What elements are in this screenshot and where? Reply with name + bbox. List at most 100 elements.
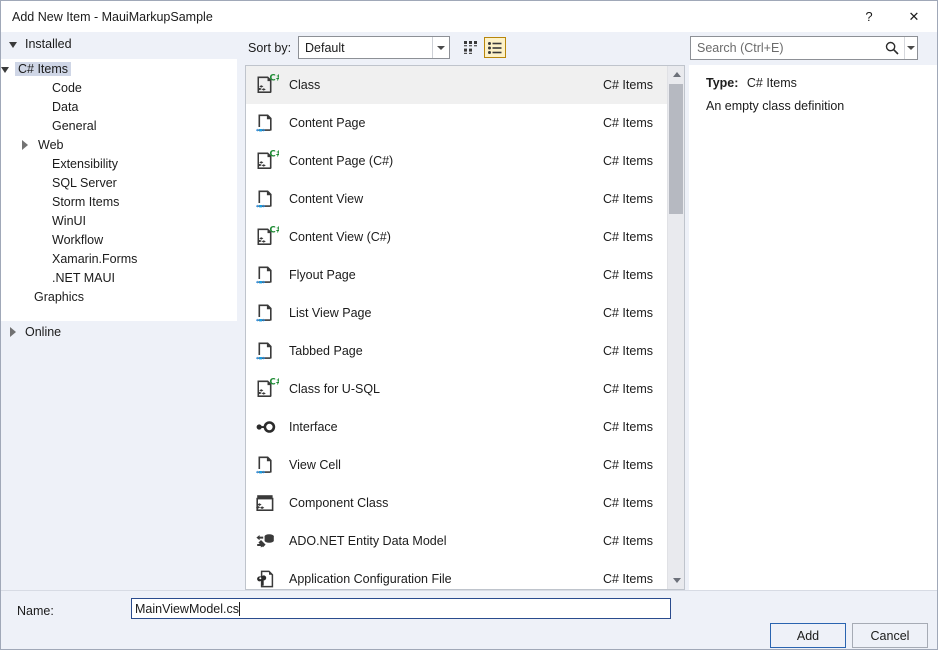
- interface-icon: [249, 411, 283, 443]
- svg-text:C#: C#: [270, 225, 280, 235]
- list-view-button[interactable]: [484, 37, 506, 58]
- sort-by-label: Sort by:: [248, 41, 292, 55]
- help-button[interactable]: ?: [847, 1, 891, 32]
- chevron-down-icon: [432, 37, 449, 58]
- detail-type-value: C# Items: [746, 76, 797, 90]
- item-list-row[interactable]: Component Class C# Items: [246, 484, 667, 522]
- tree-item-graphics[interactable]: Graphics: [1, 287, 237, 306]
- scroll-down-button[interactable]: [668, 572, 684, 589]
- sort-by-dropdown[interactable]: Default: [298, 36, 450, 59]
- tree-item-label: WinUI: [52, 213, 87, 228]
- config-file-icon: [249, 563, 283, 589]
- search-input[interactable]: Search (Ctrl+E): [690, 36, 918, 60]
- item-category: C# Items: [602, 192, 653, 206]
- item-list-row[interactable]: C# Content Page (C#) C# Items: [246, 142, 667, 180]
- csharp-class-icon: C#: [249, 145, 283, 177]
- item-list-row[interactable]: Content Page C# Items: [246, 104, 667, 142]
- item-list-row[interactable]: Application Configuration File C# Items: [246, 560, 667, 589]
- item-list-row[interactable]: Flyout Page C# Items: [246, 256, 667, 294]
- tree-item-label: Xamarin.Forms: [52, 251, 138, 266]
- item-list-row[interactable]: C# Class for U-SQL C# Items: [246, 370, 667, 408]
- tiles-view-button[interactable]: [460, 37, 482, 58]
- footer-bar: Name: MainViewModel.cs Add Cancel: [1, 590, 937, 649]
- item-name: Application Configuration File: [289, 572, 452, 586]
- tree-item-winui[interactable]: WinUI: [1, 211, 237, 230]
- item-list-row[interactable]: List View Page C# Items: [246, 294, 667, 332]
- item-category: C# Items: [602, 572, 653, 586]
- scrollbar-thumb[interactable]: [669, 84, 683, 214]
- tree-item-label: SQL Server: [52, 175, 117, 190]
- item-category: C# Items: [602, 382, 653, 396]
- add-button[interactable]: Add: [770, 623, 846, 648]
- chevron-down-icon: [9, 42, 17, 48]
- tree-item-general[interactable]: General: [1, 116, 237, 135]
- item-category: C# Items: [602, 230, 653, 244]
- item-name: Content View: [289, 192, 364, 206]
- search-options-chevron-icon[interactable]: [904, 37, 917, 59]
- cancel-button[interactable]: Cancel: [852, 623, 928, 648]
- tree-item-label: General: [52, 118, 97, 133]
- chevron-right-icon: [9, 327, 18, 337]
- scroll-up-button[interactable]: [668, 66, 684, 83]
- chevron-down-icon[interactable]: [1, 66, 9, 73]
- item-name: Content Page (C#): [289, 154, 394, 168]
- installed-section-header[interactable]: Installed: [9, 37, 72, 51]
- item-list-row[interactable]: ADO.NET Entity Data Model C# Items: [246, 522, 667, 560]
- name-field-value: MainViewModel.cs: [135, 601, 239, 616]
- tree-item-extensibility[interactable]: Extensibility: [1, 154, 237, 173]
- tree-item-label: Workflow: [52, 232, 104, 247]
- item-list[interactable]: C# Class C# Items Content Page C# Items C# Con…: [246, 66, 667, 589]
- tree-item-web[interactable]: Web: [1, 135, 237, 154]
- online-section-header[interactable]: Online: [9, 325, 61, 339]
- detail-type-label: Type:: [706, 76, 739, 90]
- xaml-page-icon: [249, 183, 283, 215]
- item-list-row[interactable]: Tabbed Page C# Items: [246, 332, 667, 370]
- tree-item-label: Web: [38, 137, 64, 152]
- item-list-row[interactable]: C# Class C# Items: [246, 66, 667, 104]
- add-new-item-dialog: Add New Item - MauiMarkupSample ? ✕ Inst…: [0, 0, 938, 650]
- detail-type-row: Type: C# Items: [706, 76, 797, 90]
- category-tree[interactable]: C# Items Code Data General Web Extensibility S…: [1, 59, 237, 321]
- search-icon[interactable]: [880, 37, 904, 59]
- tree-item-workflow[interactable]: Workflow: [1, 230, 237, 249]
- item-name: ADO.NET Entity Data Model: [289, 534, 447, 548]
- tree-item-label: Code: [52, 80, 82, 95]
- tree-item-label: Data: [52, 99, 79, 114]
- item-name: Content View (C#): [289, 230, 391, 244]
- title-bar: Add New Item - MauiMarkupSample ? ✕: [1, 1, 937, 32]
- item-category: C# Items: [602, 306, 653, 320]
- svg-text:C#: C#: [270, 377, 280, 387]
- item-list-row[interactable]: C# Content View (C#) C# Items: [246, 218, 667, 256]
- tree-item-storm-items[interactable]: Storm Items: [1, 192, 237, 211]
- tree-item-c-items[interactable]: C# Items: [1, 59, 237, 78]
- item-name: Interface: [289, 420, 338, 434]
- item-name: Flyout Page: [289, 268, 356, 282]
- name-label: Name:: [17, 604, 54, 618]
- tiles-view-icon: [463, 40, 477, 54]
- dialog-title: Add New Item - MauiMarkupSample: [12, 9, 213, 24]
- item-list-scrollbar[interactable]: [667, 66, 684, 589]
- online-label: Online: [25, 325, 62, 339]
- item-list-row[interactable]: Content View C# Items: [246, 180, 667, 218]
- svg-text:C#: C#: [270, 73, 280, 83]
- installed-label: Installed: [25, 37, 72, 51]
- item-list-row[interactable]: View Cell C# Items: [246, 446, 667, 484]
- svg-text:C#: C#: [270, 149, 280, 159]
- tree-item-xamarin-forms[interactable]: Xamarin.Forms: [1, 249, 237, 268]
- name-field[interactable]: MainViewModel.cs: [131, 598, 671, 619]
- tree-item-data[interactable]: Data: [1, 97, 237, 116]
- close-button[interactable]: ✕: [891, 1, 937, 32]
- tree-item-code[interactable]: Code: [1, 78, 237, 97]
- item-name: Content Page: [289, 116, 366, 130]
- item-name: Class for U-SQL: [289, 382, 380, 396]
- list-view-icon: [488, 41, 502, 54]
- detail-description: An empty class definition: [706, 99, 845, 113]
- item-list-row[interactable]: Interface C# Items: [246, 408, 667, 446]
- tree-item-label: Graphics: [34, 289, 85, 304]
- text-caret: [238, 601, 240, 616]
- tree-item-net-maui[interactable]: .NET MAUI: [1, 268, 237, 287]
- tree-item-label: Storm Items: [52, 194, 120, 209]
- tree-item-sql-server[interactable]: SQL Server: [1, 173, 237, 192]
- chevron-right-icon[interactable]: [21, 139, 30, 150]
- tree-item-label: .NET MAUI: [52, 270, 115, 285]
